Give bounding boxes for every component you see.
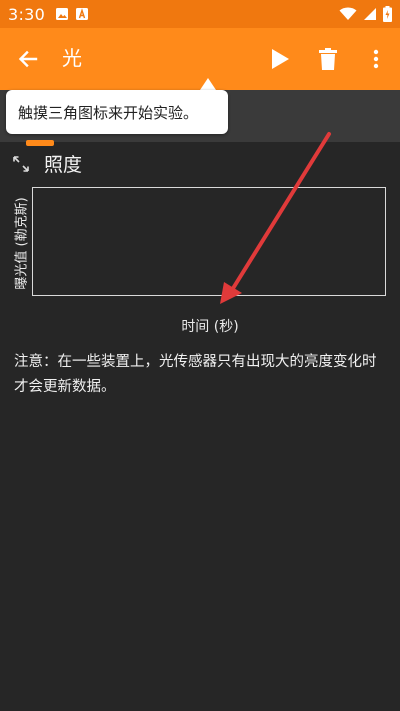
- play-icon: [270, 48, 290, 70]
- app-title: 光: [62, 45, 82, 70]
- section-title: 照度: [44, 154, 83, 176]
- font-download-icon: [75, 7, 89, 21]
- play-button[interactable]: [256, 28, 304, 90]
- image-icon: [55, 7, 69, 21]
- status-bar: 3:30: [0, 0, 400, 28]
- chart-plot-area[interactable]: [32, 187, 386, 296]
- screen: 3:30 光 触摸三角图标来开始实验。 照度 曝光值 (勒克斯) 时间 (秒) …: [0, 0, 400, 711]
- chart-y-axis-label: 曝光值 (勒克斯): [14, 196, 30, 290]
- signal-icon: [363, 7, 377, 21]
- section-header: 照度: [12, 150, 82, 177]
- tooltip-text: 触摸三角图标来开始实验。: [18, 103, 199, 122]
- status-time: 3:30: [8, 4, 46, 24]
- tooltip-caret: [200, 78, 216, 90]
- battery-charging-icon: [383, 6, 392, 22]
- back-button[interactable]: [0, 28, 56, 90]
- more-options-button[interactable]: [352, 28, 400, 90]
- more-vert-icon: [373, 49, 379, 69]
- delete-icon: [319, 48, 337, 70]
- tab-indicator: [26, 140, 54, 146]
- arrow-back-icon: [18, 49, 38, 69]
- delete-button[interactable]: [304, 28, 352, 90]
- wifi-icon: [339, 7, 357, 21]
- note-text: 注意：在一些装置上，光传感器只有出现大的亮度变化时才会更新数据。: [14, 354, 377, 395]
- hint-tooltip: 触摸三角图标来开始实验。: [6, 90, 228, 134]
- chart-x-axis-label: 时间 (秒): [181, 319, 239, 335]
- expand-icon[interactable]: [12, 155, 30, 173]
